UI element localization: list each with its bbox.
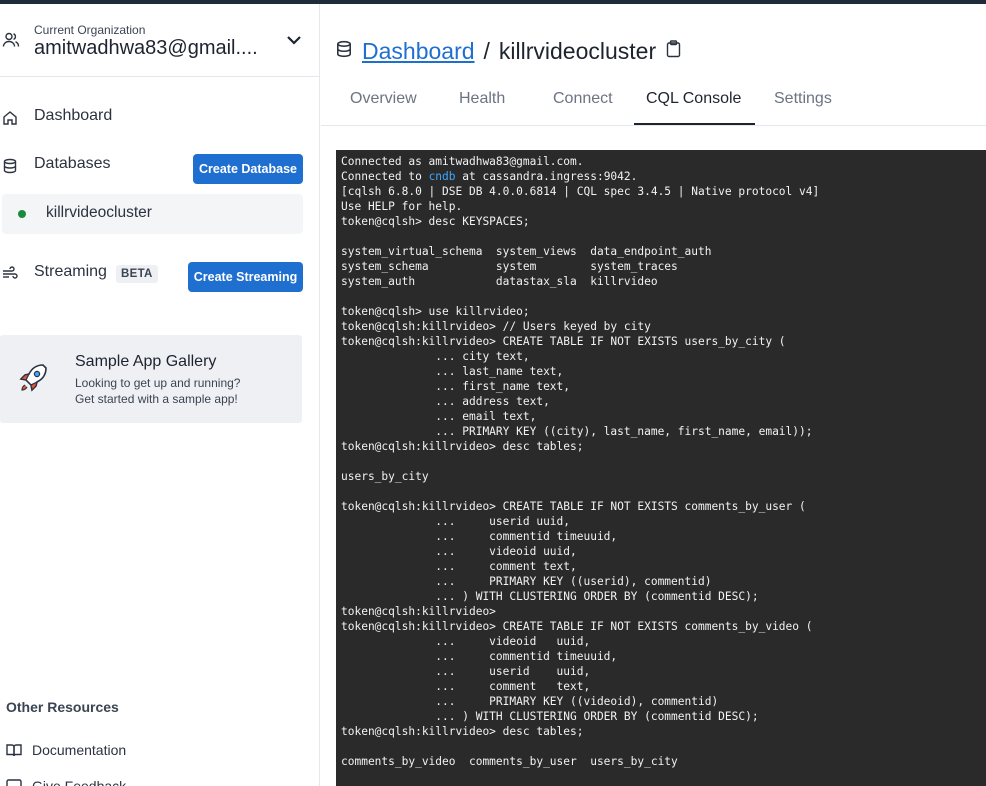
- console-line: system_schema system system_traces: [341, 260, 678, 273]
- sidebar-item-label: Streaming: [34, 263, 107, 280]
- org-switcher[interactable]: Current Organization amitwadhwa83@gmail.…: [0, 4, 320, 77]
- create-database-button[interactable]: Create Database: [193, 154, 303, 184]
- console-line: ... address text,: [341, 395, 550, 408]
- sample-app-gallery[interactable]: Sample App Gallery Looking to get up and…: [0, 335, 302, 423]
- console-line: token@cqlsh> desc KEYSPACES;: [341, 215, 530, 228]
- gallery-line-1: Looking to get up and running?: [75, 376, 241, 390]
- console-line: system_virtual_schema system_views data_…: [341, 245, 712, 258]
- book-icon: [6, 743, 22, 762]
- console-line: ... email text,: [341, 410, 537, 423]
- console-highlight: cndb: [428, 170, 456, 183]
- main-content: Dashboard / killrvideocluster Overview H…: [321, 4, 986, 786]
- console-line: token@cqlsh:killrvideo> // Users keyed b…: [341, 320, 651, 333]
- feedback-label: Give Feedback: [32, 778, 127, 786]
- other-resources-heading: Other Resources: [6, 699, 119, 715]
- home-icon: [2, 110, 18, 131]
- org-label: Current Organization: [34, 23, 146, 37]
- chevron-down-icon[interactable]: [286, 33, 302, 51]
- clipboard-icon[interactable]: [666, 39, 681, 63]
- console-line: ... ) WITH CLUSTERING ORDER BY (commenti…: [341, 710, 759, 723]
- tab-settings[interactable]: Settings: [774, 90, 832, 126]
- database-icon: [2, 158, 18, 179]
- console-line: ... commentid timeuuid,: [341, 650, 618, 663]
- console-text: at cassandra.ingress:9042.: [455, 170, 638, 183]
- console-line: token@cqlsh:killrvideo> desc tables;: [341, 725, 584, 738]
- console-line: Use HELP for help.: [341, 200, 463, 213]
- org-name: amitwadhwa83@gmail....: [34, 37, 258, 59]
- breadcrumb-separator: /: [483, 37, 490, 64]
- console-line: [cqlsh 6.8.0 | DSE DB 4.0.0.6814 | CQL s…: [341, 185, 820, 198]
- console-line: token@cqlsh> use killrvideo;: [341, 305, 530, 318]
- console-line: comments_by_video comments_by_user users…: [341, 755, 678, 768]
- database-name: killrvideocluster: [46, 204, 152, 221]
- console-line: ... ) WITH CLUSTERING ORDER BY (commenti…: [341, 590, 759, 603]
- console-line: ... last_name text,: [341, 365, 564, 378]
- sidebar: Current Organization amitwadhwa83@gmail.…: [0, 4, 320, 786]
- console-line: ... comment text,: [341, 560, 577, 573]
- tab-overview[interactable]: Overview: [350, 90, 417, 126]
- tab-health[interactable]: Health: [459, 90, 505, 126]
- console-line: ... videoid uuid,: [341, 635, 591, 648]
- tab-connect[interactable]: Connect: [553, 90, 613, 126]
- sidebar-item-label: Dashboard: [34, 107, 113, 124]
- console-text: Connected to: [341, 170, 429, 183]
- gallery-title: Sample App Gallery: [75, 353, 217, 370]
- console-line: ... comment text,: [341, 680, 591, 693]
- console-line: token@cqlsh:killrvideo> desc tables;: [341, 440, 584, 453]
- sidebar-item-dashboard[interactable]: Dashboard: [0, 102, 320, 134]
- rocket-icon: [16, 361, 50, 400]
- gallery-line-2: Get started with a sample app!: [75, 392, 238, 406]
- console-line: ... city text,: [341, 350, 530, 363]
- status-dot: [18, 210, 26, 218]
- console-line: token@cqlsh:killrvideo> CREATE TABLE IF …: [341, 335, 786, 348]
- sidebar-item-label: Databases: [34, 155, 111, 172]
- sidebar-item-killrvideocluster[interactable]: killrvideocluster: [2, 194, 303, 234]
- console-line: Connected as amitwadhwa83@gmail.com.: [341, 155, 584, 168]
- console-line: system_auth datastax_sla killrvideo: [341, 275, 658, 288]
- feedback-icon: [6, 779, 22, 786]
- wind-icon: [2, 266, 18, 287]
- breadcrumb-dashboard-link[interactable]: Dashboard: [362, 38, 475, 65]
- console-line: token@cqlsh:killrvideo> CREATE TABLE IF …: [341, 500, 806, 513]
- tab-cql-console[interactable]: CQL Console: [646, 90, 741, 126]
- page-title: killrvideocluster: [498, 37, 657, 64]
- console-line: users_by_city: [341, 470, 429, 483]
- console-line: ... PRIMARY KEY ((videoid), commentid): [341, 695, 719, 708]
- create-streaming-button[interactable]: Create Streaming: [188, 262, 303, 292]
- console-line: ... commentid timeuuid,: [341, 530, 618, 543]
- gallery-description: Looking to get up and running? Get start…: [75, 375, 275, 407]
- cql-console[interactable]: Connected as amitwadhwa83@gmail.com. Con…: [336, 150, 986, 786]
- console-line: ... userid uuid,: [341, 515, 571, 528]
- console-line: ... first_name text,: [341, 380, 571, 393]
- documentation-label: Documentation: [32, 742, 127, 758]
- console-line: ... userid uuid,: [341, 665, 591, 678]
- console-output: Connected as amitwadhwa83@gmail.com. Con…: [341, 154, 819, 769]
- database-icon: [335, 40, 353, 63]
- tab-bar: Overview Health Connect CQL Console Sett…: [321, 84, 986, 126]
- console-line: token@cqlsh:killrvideo> CREATE TABLE IF …: [341, 620, 813, 633]
- users-icon: [2, 31, 20, 54]
- console-line: token@cqlsh:killrvideo>: [341, 605, 496, 618]
- console-line: ... PRIMARY KEY ((userid), commentid): [341, 575, 712, 588]
- active-tab-indicator: [634, 123, 755, 125]
- beta-badge: BETA: [116, 265, 158, 283]
- console-line: ... PRIMARY KEY ((city), last_name, firs…: [341, 425, 813, 438]
- console-line: Connected to cndb at cassandra.ingress:9…: [341, 169, 819, 184]
- console-line: ... videoid uuid,: [341, 545, 577, 558]
- breadcrumb: Dashboard / killrvideocluster: [335, 36, 681, 66]
